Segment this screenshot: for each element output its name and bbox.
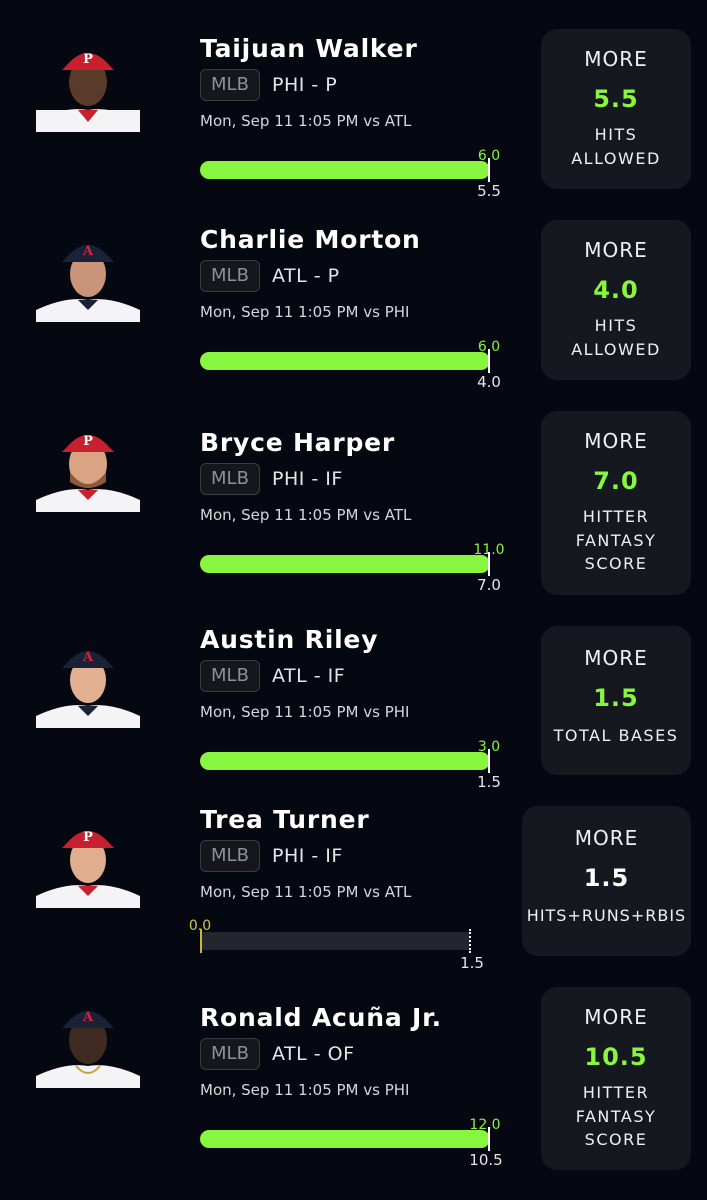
progress-bar	[200, 352, 490, 370]
line-value: 10.5	[469, 1151, 503, 1169]
stat-label: ALLOWED	[571, 148, 661, 168]
game-info: Mon, Sep 11 1:05 PM vs PHI	[200, 1081, 410, 1099]
player-name: Charlie Morton	[200, 225, 421, 254]
game-info: Mon, Sep 11 1:05 PM vs ATL	[200, 883, 412, 901]
player-name: Trea Turner	[200, 805, 370, 834]
progress-bar	[200, 161, 490, 179]
svg-text:P: P	[83, 830, 93, 845]
stat-label: HITS	[594, 316, 638, 335]
team-position: PHI - IF	[272, 845, 343, 867]
line-value: 1.5	[460, 954, 484, 972]
progress-bar	[200, 752, 490, 770]
projection-card[interactable]: MORE 4.0 HITS ALLOWED	[541, 220, 691, 380]
stat-label: HITS	[594, 125, 638, 144]
team-position: PHI - IF	[272, 468, 343, 490]
league-badge: MLB	[200, 260, 260, 292]
svg-text:A: A	[82, 244, 94, 259]
svg-text:A: A	[82, 1010, 94, 1025]
league-badge: MLB	[200, 1038, 260, 1070]
stat-label: FANTASY	[575, 530, 657, 550]
svg-text:A: A	[82, 650, 94, 665]
game-info: Mon, Sep 11 1:05 PM vs ATL	[200, 506, 412, 524]
stat-label: HITTER	[582, 1083, 650, 1102]
player-name: Bryce Harper	[200, 428, 396, 457]
team-position: ATL - IF	[272, 665, 346, 687]
game-info: Mon, Sep 11 1:05 PM vs PHI	[200, 303, 410, 321]
stat-label: FANTASY	[575, 1106, 657, 1126]
stat-label: ALLOWED	[571, 339, 661, 359]
line-value: 1.5	[477, 773, 501, 791]
progress-bar-empty	[200, 932, 470, 950]
stat-label: HITTER	[582, 507, 650, 526]
direction-label: MORE	[584, 47, 648, 71]
league-badge: MLB	[200, 463, 260, 495]
progress-bar	[200, 555, 490, 573]
line-marker	[488, 749, 490, 773]
projection-value: 1.5	[583, 864, 630, 892]
player-name: Taijuan Walker	[200, 34, 418, 63]
league-badge: MLB	[200, 69, 260, 101]
actual-marker	[200, 929, 202, 953]
stat-label: TOTAL BASES	[553, 726, 679, 745]
projection-value: 7.0	[593, 467, 639, 495]
svg-text:P: P	[83, 434, 93, 449]
line-value: 5.5	[477, 182, 501, 200]
line-marker	[488, 158, 490, 182]
projection-card[interactable]: MORE 1.5 HITS+RUNS+RBIS	[522, 806, 691, 956]
game-info: Mon, Sep 11 1:05 PM vs ATL	[200, 112, 412, 130]
projection-card[interactable]: MORE 7.0 HITTER FANTASY SCORE	[541, 411, 691, 595]
direction-label: MORE	[584, 646, 648, 670]
projection-card[interactable]: MORE 10.5 HITTER FANTASY SCORE	[541, 987, 691, 1170]
projection-value: 5.5	[593, 85, 639, 113]
line-value: 4.0	[477, 373, 501, 391]
line-marker	[488, 552, 490, 576]
line-marker	[469, 929, 471, 953]
team-position: PHI - P	[272, 74, 338, 96]
player-name: Austin Riley	[200, 625, 379, 654]
progress-bar	[200, 1130, 490, 1148]
game-info: Mon, Sep 11 1:05 PM vs PHI	[200, 703, 410, 721]
stat-label: SCORE	[584, 554, 648, 573]
league-badge: MLB	[200, 840, 260, 872]
direction-label: MORE	[584, 429, 648, 453]
projection-card[interactable]: MORE 1.5 TOTAL BASES	[541, 626, 691, 775]
projection-value: 4.0	[593, 276, 639, 304]
line-marker	[488, 349, 490, 373]
line-marker	[488, 1127, 490, 1151]
player-headshot: P	[36, 420, 140, 512]
projection-value: 10.5	[584, 1043, 648, 1071]
projection-value: 1.5	[593, 684, 639, 712]
team-position: ATL - OF	[272, 1043, 355, 1065]
player-headshot: P	[36, 816, 140, 908]
player-headshot: A	[36, 230, 140, 322]
direction-label: MORE	[574, 826, 639, 850]
player-headshot: A	[36, 996, 140, 1088]
player-name: Ronald Acuña Jr.	[200, 1003, 442, 1032]
line-value: 7.0	[477, 576, 501, 594]
direction-label: MORE	[584, 1005, 648, 1029]
direction-label: MORE	[584, 238, 648, 262]
league-badge: MLB	[200, 660, 260, 692]
player-headshot: A	[36, 636, 140, 728]
stat-label: HITS+RUNS+RBIS	[526, 906, 687, 925]
team-position: ATL - P	[272, 265, 340, 287]
svg-text:P: P	[83, 52, 93, 67]
stat-label: SCORE	[584, 1130, 648, 1149]
projection-card[interactable]: MORE 5.5 HITS ALLOWED	[541, 29, 691, 189]
player-headshot: P	[36, 40, 140, 132]
